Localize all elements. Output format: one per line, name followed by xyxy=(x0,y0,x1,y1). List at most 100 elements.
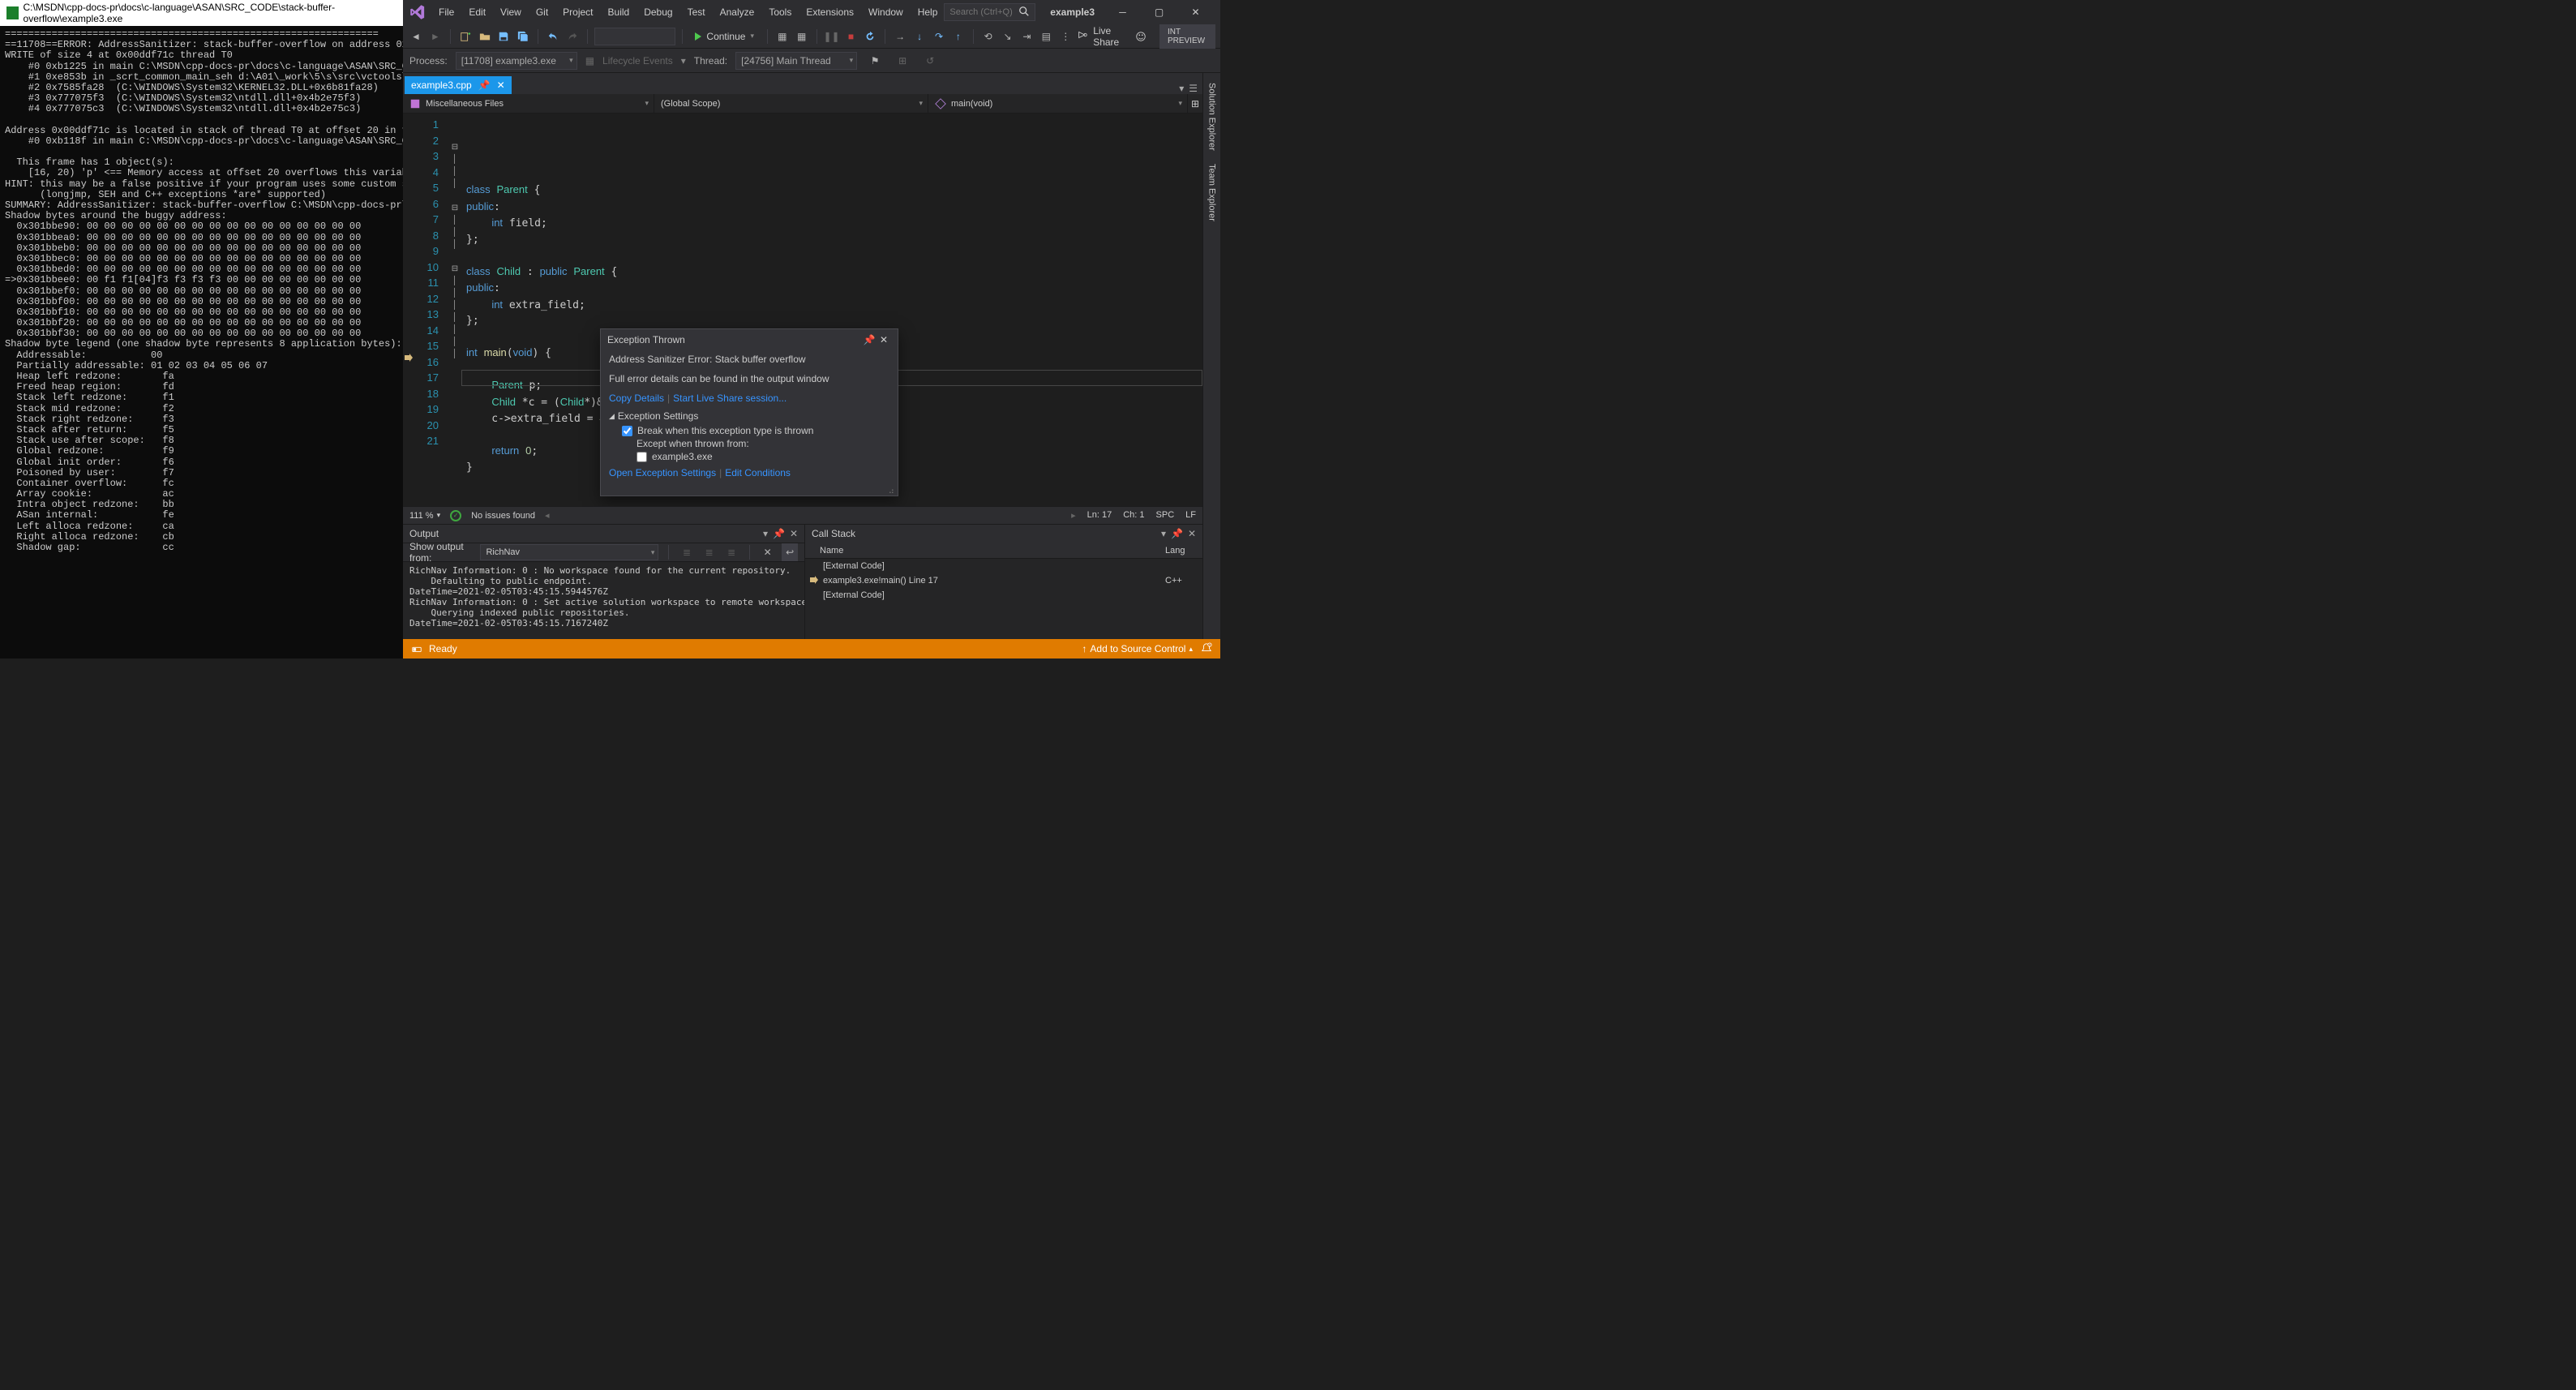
menu-project[interactable]: Project xyxy=(556,3,599,21)
lifecycle-icon[interactable]: ▦ xyxy=(585,55,594,66)
thread-icon[interactable]: ⊞ xyxy=(893,52,912,70)
panel-close-icon[interactable]: ✕ xyxy=(1188,528,1196,539)
minimize-button[interactable]: ─ xyxy=(1104,0,1141,24)
menu-window[interactable]: Window xyxy=(862,3,910,21)
debug-tool2-icon[interactable]: ▦ xyxy=(794,28,810,45)
split-icon[interactable]: ⊞ xyxy=(1188,98,1202,109)
notifications-icon[interactable]: 2 xyxy=(1201,642,1212,656)
feedback-icon[interactable] xyxy=(1134,28,1148,45)
output-source-combo[interactable]: RichNav xyxy=(480,544,658,560)
except-from-label: Except when thrown from: xyxy=(636,438,889,449)
menu-edit[interactable]: Edit xyxy=(462,3,492,21)
config-combo[interactable] xyxy=(594,28,675,45)
console-titlebar[interactable]: C:\MSDN\cpp-docs-pr\docs\c-language\ASAN… xyxy=(0,0,403,26)
show-next-statement-icon[interactable]: → xyxy=(892,28,908,45)
callstack-rows: [External Code]example3.exe!main() Line … xyxy=(805,559,1202,603)
step-into-icon[interactable]: ↓ xyxy=(911,28,928,45)
continue-button[interactable]: Continue ▾ xyxy=(688,28,761,45)
exception-popup: Exception Thrown 📌 ✕ Address Sanitizer E… xyxy=(600,328,898,496)
open-icon[interactable] xyxy=(477,28,493,45)
step-out-icon[interactable]: ↑ xyxy=(950,28,967,45)
step-over-icon[interactable]: ↷ xyxy=(931,28,947,45)
code-editor[interactable]: 123456789101112131415161718192021 ⊟│││ ⊟… xyxy=(403,114,1202,506)
menu-debug[interactable]: Debug xyxy=(637,3,679,21)
menu-test[interactable]: Test xyxy=(681,3,712,21)
panel-dropdown-icon[interactable]: ▾ xyxy=(763,528,768,539)
pin-icon[interactable]: 📌 xyxy=(478,79,491,91)
nav-fwd-icon[interactable]: ► xyxy=(427,28,444,45)
nav-project-combo[interactable]: Miscellaneous Files xyxy=(403,94,654,113)
close-icon[interactable]: ✕ xyxy=(877,334,891,345)
live-share-button[interactable]: Live Share xyxy=(1093,25,1129,48)
callstack-row[interactable]: [External Code] xyxy=(805,588,1202,603)
tool5-icon[interactable]: ⋮ xyxy=(1057,28,1074,45)
close-button[interactable]: ✕ xyxy=(1177,0,1214,24)
stop-icon[interactable]: ■ xyxy=(843,28,859,45)
nav-scope-combo[interactable]: (Global Scope) xyxy=(654,94,928,113)
tab-dropdown-icon[interactable]: ▾ xyxy=(1179,83,1184,94)
nav-back-icon[interactable]: ◄ xyxy=(408,28,424,45)
redo-icon[interactable] xyxy=(564,28,581,45)
line-indicator: Ln: 17 xyxy=(1087,510,1112,521)
out-tool3-icon[interactable]: ≣ xyxy=(723,543,739,561)
open-exception-settings-link[interactable]: Open Exception Settings xyxy=(609,467,716,478)
tab-hamburger-icon[interactable]: ☰ xyxy=(1189,83,1198,94)
solution-name: example3 xyxy=(1050,6,1095,18)
start-liveshare-link[interactable]: Start Live Share session... xyxy=(673,393,787,404)
tab-example3[interactable]: example3.cpp 📌 ✕ xyxy=(405,76,512,94)
new-item-icon[interactable] xyxy=(457,28,474,45)
callstack-panel: Call Stack ▾ 📌 ✕ Name Lang [External Cod… xyxy=(805,525,1202,639)
menu-file[interactable]: File xyxy=(432,3,461,21)
panel-dropdown-icon[interactable]: ▾ xyxy=(1161,528,1166,539)
debug-tool-icon[interactable]: ▦ xyxy=(774,28,791,45)
menu-extensions[interactable]: Extensions xyxy=(799,3,860,21)
edit-conditions-link[interactable]: Edit Conditions xyxy=(725,467,791,478)
thread-combo[interactable]: [24756] Main Thread xyxy=(735,52,857,70)
panel-close-icon[interactable]: ✕ xyxy=(790,528,798,539)
except-item-checkbox[interactable]: example3.exe xyxy=(636,451,889,462)
menu-git[interactable]: Git xyxy=(529,3,555,21)
ready-label: Ready xyxy=(429,643,457,654)
menu-analyze[interactable]: Analyze xyxy=(714,3,761,21)
cycle-icon[interactable]: ↺ xyxy=(920,52,940,70)
clear-icon[interactable]: ✕ xyxy=(760,543,776,561)
zoom-combo[interactable]: 111 %▾ xyxy=(409,511,440,521)
pause-icon[interactable]: ❚❚ xyxy=(823,28,839,45)
output-body[interactable]: RichNav Information: 0 : No workspace fo… xyxy=(403,562,804,639)
callstack-row[interactable]: example3.exe!main() Line 17C++ xyxy=(805,573,1202,588)
panel-pin-icon[interactable]: 📌 xyxy=(1171,528,1183,539)
save-all-icon[interactable] xyxy=(515,28,531,45)
resize-grip-icon[interactable]: ⣠ xyxy=(601,485,898,496)
save-icon[interactable] xyxy=(495,28,512,45)
menu-view[interactable]: View xyxy=(494,3,528,21)
break-when-checkbox[interactable]: Break when this exception type is thrown xyxy=(622,425,889,436)
out-tool2-icon[interactable]: ≣ xyxy=(701,543,718,561)
wrap-icon[interactable]: ↩ xyxy=(782,543,798,561)
add-source-control-button[interactable]: ↑Add to Source Control▴ xyxy=(1082,643,1193,654)
exception-settings-toggle[interactable]: ◢Exception Settings xyxy=(609,410,889,422)
nav-member-combo[interactable]: main(void) xyxy=(928,94,1188,113)
line-number-gutter: 123456789101112131415161718192021 xyxy=(403,114,448,506)
undo-icon[interactable] xyxy=(545,28,561,45)
tool2-icon[interactable]: ↘ xyxy=(1000,28,1016,45)
menu-build[interactable]: Build xyxy=(602,3,636,21)
maximize-button[interactable]: ▢ xyxy=(1141,0,1177,24)
menu-help[interactable]: Help xyxy=(911,3,945,21)
tool-icon[interactable]: ⟲ xyxy=(980,28,997,45)
tool3-icon[interactable]: ⇥ xyxy=(1018,28,1035,45)
pin-icon[interactable]: 📌 xyxy=(862,334,877,345)
process-combo[interactable]: [11708] example3.exe xyxy=(456,52,577,70)
side-tab-team-explorer[interactable]: Team Explorer xyxy=(1206,157,1219,228)
panel-pin-icon[interactable]: 📌 xyxy=(773,528,785,539)
side-tab-solution-explorer[interactable]: Solution Explorer xyxy=(1206,76,1219,157)
copy-details-link[interactable]: Copy Details xyxy=(609,393,664,404)
tool4-icon[interactable]: ▤ xyxy=(1038,28,1054,45)
global-search[interactable] xyxy=(944,3,1035,21)
tab-close-icon[interactable]: ✕ xyxy=(497,79,505,91)
out-tool1-icon[interactable]: ≣ xyxy=(679,543,695,561)
search-input[interactable] xyxy=(949,7,1018,17)
callstack-row[interactable]: [External Code] xyxy=(805,559,1202,573)
menu-tools[interactable]: Tools xyxy=(762,3,798,21)
stack-frame-icon[interactable]: ⚑ xyxy=(865,52,885,70)
restart-icon[interactable] xyxy=(862,28,878,45)
